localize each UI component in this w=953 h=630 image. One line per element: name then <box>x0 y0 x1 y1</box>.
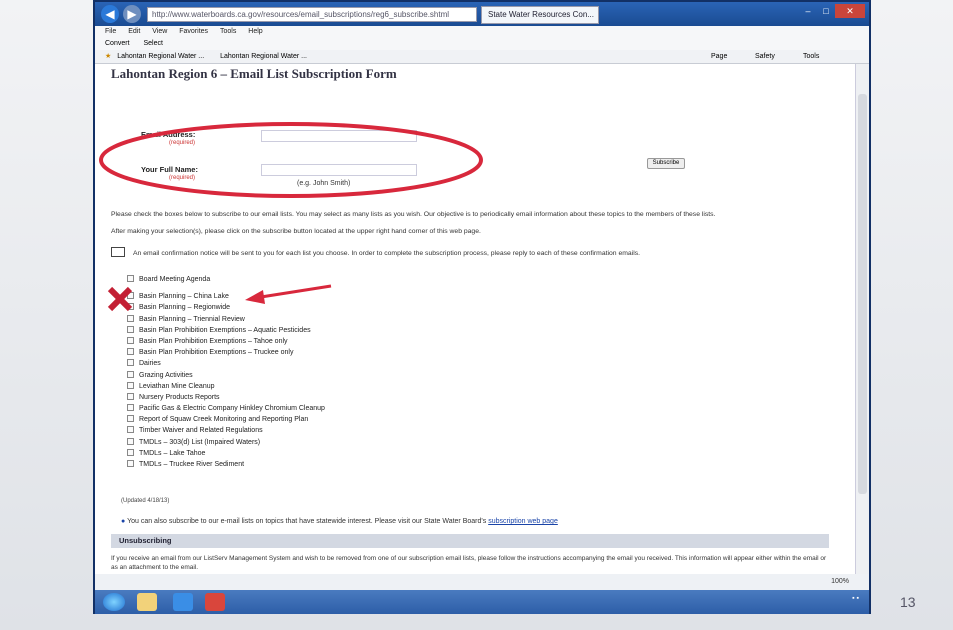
file-explorer-icon[interactable] <box>137 593 157 611</box>
maximize-icon[interactable]: □ <box>817 4 835 18</box>
minimize-icon[interactable]: – <box>799 4 817 18</box>
safety-menu[interactable]: Safety <box>755 50 775 64</box>
red-arrow-head <box>245 290 265 304</box>
red-circle-annotation <box>99 122 483 198</box>
menu-favorites[interactable]: Favorites <box>179 28 208 35</box>
pdf-reader-icon[interactable] <box>205 593 225 611</box>
close-icon[interactable]: ✕ <box>835 4 865 18</box>
address-bar[interactable]: http://www.waterboards.ca.gov/resources/… <box>147 7 477 22</box>
favorite-link-1[interactable]: Lahontan Regional Water ... <box>117 53 204 60</box>
system-clock: ▪ ▪ <box>852 595 859 602</box>
browser-titlebar: ◀ ▶ http://www.waterboards.ca.gov/resour… <box>95 2 869 26</box>
tools-menu[interactable]: Tools <box>803 50 819 64</box>
menu-edit[interactable]: Edit <box>128 28 140 35</box>
menu-tools[interactable]: Tools <box>220 28 236 35</box>
start-button-icon[interactable] <box>103 593 125 611</box>
favorite-link-2[interactable]: Lahontan Regional Water ... <box>220 53 307 60</box>
red-x-icon <box>107 286 133 312</box>
forward-icon[interactable]: ▶ <box>123 5 141 23</box>
red-arrow-line <box>260 284 332 299</box>
favorites-bar: ★ Lahontan Regional Water ... Lahontan R… <box>95 50 869 64</box>
scroll-thumb[interactable] <box>858 94 867 494</box>
page-menu[interactable]: Page <box>711 50 727 64</box>
page-content: Lahontan Region 6 – Email List Subscript… <box>95 64 855 574</box>
menu-bar: File Edit View Favorites Tools Help <box>95 26 869 38</box>
convert-button[interactable]: Convert <box>105 40 130 47</box>
status-bar: 100% <box>95 574 869 590</box>
internet-explorer-icon[interactable] <box>173 593 193 611</box>
menu-help[interactable]: Help <box>248 28 262 35</box>
presentation-slide: ◀ ▶ http://www.waterboards.ca.gov/resour… <box>0 0 953 630</box>
command-bar: Convert Select <box>95 38 869 50</box>
favorites-star-icon[interactable]: ★ <box>105 53 111 60</box>
menu-view[interactable]: View <box>152 28 167 35</box>
windows-taskbar: ▪ ▪ <box>95 590 869 614</box>
browser-tab[interactable]: State Water Resources Con... <box>481 6 599 24</box>
slide-number: 13 <box>900 594 916 610</box>
vertical-scrollbar[interactable] <box>855 64 869 574</box>
select-button[interactable]: Select <box>143 40 162 47</box>
monitor-screen: ◀ ▶ http://www.waterboards.ca.gov/resour… <box>93 0 871 614</box>
zoom-level[interactable]: 100% <box>831 578 849 585</box>
back-icon[interactable]: ◀ <box>101 5 119 23</box>
red-annotations <box>99 122 483 312</box>
menu-file[interactable]: File <box>105 28 116 35</box>
